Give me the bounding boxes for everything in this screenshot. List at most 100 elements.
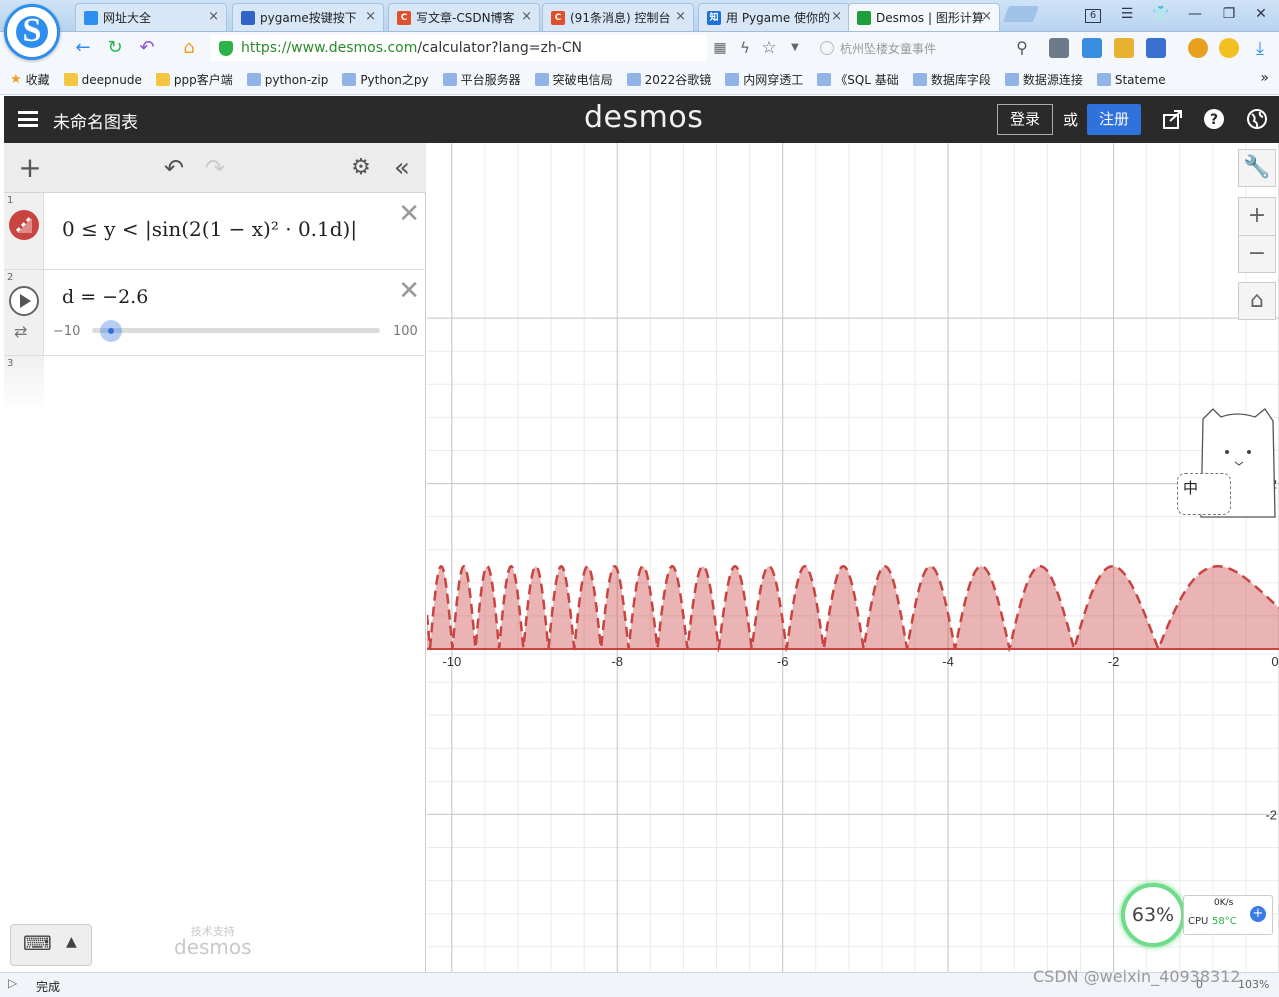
slider-track[interactable] xyxy=(92,328,380,333)
tab-close-icon[interactable]: × xyxy=(365,9,376,24)
expression-2-math[interactable]: d = −2.6 xyxy=(62,286,148,308)
bookmark-item[interactable]: python-zip xyxy=(246,72,329,87)
help-icon[interactable]: ? xyxy=(1203,108,1225,130)
graph-title[interactable]: 未命名图表 xyxy=(53,108,138,133)
cpu-monitor-widget[interactable]: 63% 0K/s CPU 58°C + xyxy=(1121,881,1277,951)
extension-icon[interactable] xyxy=(1049,38,1069,58)
tab-favicon-icon: C xyxy=(551,10,565,25)
graph-canvas[interactable]: -10-8-6-4-202-2 🔧 + − ⌂ 中 63% 0K/s CPU 5… xyxy=(427,143,1279,972)
tab-close-icon[interactable]: × xyxy=(208,9,219,24)
graph-svg[interactable]: -10-8-6-4-202-2 xyxy=(427,143,1279,972)
clipboard-icon[interactable] xyxy=(1114,38,1134,58)
zoom-out-icon[interactable]: − xyxy=(1238,235,1276,273)
browser-tab[interactable]: 知用 Pygame 使你的 × xyxy=(698,3,850,31)
restore-icon[interactable]: ❐ xyxy=(1218,5,1240,23)
undo-close-icon[interactable]: ↶ xyxy=(136,37,158,59)
refresh-icon[interactable]: ↻ xyxy=(104,37,126,59)
globe-icon[interactable] xyxy=(1246,108,1268,130)
translate-icon[interactable] xyxy=(1082,38,1102,58)
redo-icon[interactable]: ↷ xyxy=(202,155,228,181)
login-button[interactable]: 登录 xyxy=(997,104,1053,135)
search-field[interactable]: 杭州坠楼女童事件 xyxy=(814,35,1036,61)
keyboard-toggle-button[interactable]: ⌨ ▲ xyxy=(10,924,92,966)
slider-min[interactable]: −10 xyxy=(53,324,80,339)
tab-close-icon[interactable]: × xyxy=(981,9,992,24)
bookmark-item[interactable]: 《SQL 基础 xyxy=(817,71,899,88)
delete-expression-icon[interactable]: ✕ xyxy=(398,201,420,227)
smiley-icon[interactable] xyxy=(1219,38,1239,58)
slider-handle[interactable] xyxy=(100,320,123,342)
expression-row-1[interactable]: 1 0 ≤ y < |sin(2(1 − x)² · 0.1d)| ✕ xyxy=(4,193,426,270)
back-icon[interactable]: ← xyxy=(72,37,94,59)
url-field[interactable]: https://www.desmos.com/calculator?lang=z… xyxy=(211,35,707,61)
delete-expression-icon[interactable]: ✕ xyxy=(398,278,420,304)
home-icon[interactable]: ⌂ xyxy=(178,37,200,59)
link-icon xyxy=(1096,73,1111,86)
share-icon[interactable] xyxy=(1162,108,1184,130)
x-tick-label: -6 xyxy=(777,654,789,669)
close-window-icon[interactable]: ✕ xyxy=(1250,5,1272,23)
tab-close-icon[interactable]: × xyxy=(521,9,532,24)
tab-close-icon[interactable]: × xyxy=(831,9,842,24)
new-tab-button[interactable] xyxy=(1003,6,1039,22)
download-count: 0 xyxy=(1196,978,1203,991)
tab-title: Desmos | 图形计算 xyxy=(876,11,984,25)
graph-settings-wrench-icon[interactable]: 🔧 xyxy=(1238,149,1276,187)
bookmark-label: Stateme xyxy=(1114,72,1166,87)
home-view-icon[interactable]: ⌂ xyxy=(1238,282,1276,320)
bookmark-item[interactable]: 数据源连接 xyxy=(1004,71,1083,88)
color-toggle-icon[interactable] xyxy=(8,209,40,241)
settings-gear-icon[interactable]: ⚙ xyxy=(348,155,374,181)
bookmark-item[interactable]: ppp客户端 xyxy=(155,71,233,88)
zoom-level[interactable]: 103% xyxy=(1238,978,1269,991)
secure-shield-icon xyxy=(219,40,233,56)
bookmark-item[interactable]: 突破电信局 xyxy=(534,71,613,88)
bookmark-item[interactable]: Stateme xyxy=(1096,72,1166,87)
download-icon[interactable]: ⤓ xyxy=(1250,38,1270,59)
sidebar-toggle-icon[interactable]: ▷ xyxy=(8,976,17,990)
slider-max[interactable]: 100 xyxy=(393,324,418,339)
tab-close-icon[interactable]: × xyxy=(675,9,686,24)
browser-tab[interactable]: 网址大全 × xyxy=(75,3,227,31)
browser-tab[interactable]: Desmos | 图形计算 × xyxy=(848,3,1000,31)
zoom-in-icon[interactable]: + xyxy=(1238,197,1276,235)
loop-icon[interactable]: ⇄ xyxy=(14,322,27,341)
bookmark-item[interactable]: 2022谷歌镜 xyxy=(626,71,712,88)
skin-icon[interactable]: 👕 xyxy=(1150,5,1172,23)
bookmark-item[interactable]: deepnude xyxy=(63,73,142,87)
add-expression-icon[interactable]: + xyxy=(17,154,43,182)
bookmark-label: 2022谷歌镜 xyxy=(644,73,712,87)
key-icon[interactable] xyxy=(1188,38,1208,58)
menu-icon[interactable]: ☰ xyxy=(1116,5,1138,23)
bookmark-item[interactable]: Python之py xyxy=(342,71,429,88)
signup-button[interactable]: 注册 xyxy=(1087,104,1141,135)
bookmarks-more-icon[interactable]: » xyxy=(1260,70,1269,86)
lightning-icon[interactable]: ϟ xyxy=(734,37,756,59)
favorite-star-icon[interactable]: ☆ xyxy=(758,37,780,59)
input-method-widget[interactable]: 中 xyxy=(1177,407,1279,522)
scissors-icon[interactable] xyxy=(1146,38,1166,58)
browser-tab[interactable]: C (91条消息) 控制台 × xyxy=(542,3,694,31)
qrcode-icon[interactable]: ▦ xyxy=(709,37,731,59)
browser-tab[interactable]: C 写文章-CSDN博客 × xyxy=(388,3,540,31)
status-bar: ▷ 完成 CSDN @weixin_40938312 0 103% xyxy=(0,967,1279,997)
bookmark-item[interactable]: 数据库字段 xyxy=(912,71,991,88)
search-icon[interactable]: ⚲ xyxy=(1011,37,1033,59)
expression-1-math[interactable]: 0 ≤ y < |sin(2(1 − x)² · 0.1d)| xyxy=(62,217,357,241)
browser-logo[interactable]: S xyxy=(4,4,60,60)
bookmark-item[interactable]: 内网穿透工 xyxy=(725,71,803,88)
bookmark-item[interactable]: ★ 收藏 xyxy=(10,71,50,88)
chevron-down-icon[interactable]: ▼ xyxy=(784,37,806,59)
minimize-icon[interactable]: — xyxy=(1184,5,1206,23)
play-icon[interactable] xyxy=(8,285,40,317)
expression-row-3[interactable]: 3 xyxy=(4,356,426,412)
bookmark-label: python-zip xyxy=(264,72,329,87)
bookmark-item[interactable]: 平台服务器 xyxy=(442,71,521,88)
x-tick-label: -2 xyxy=(1108,654,1120,669)
undo-icon[interactable]: ↶ xyxy=(161,155,187,181)
hamburger-menu-icon[interactable] xyxy=(18,111,38,127)
expression-row-2[interactable]: 2 ⇄ d = −2.6 ✕ −10 100 xyxy=(4,270,426,356)
window-count-badge[interactable]: 6 xyxy=(1082,5,1104,23)
browser-tab[interactable]: pygame按键按下 × xyxy=(232,3,384,31)
collapse-panel-icon[interactable]: « xyxy=(389,155,415,181)
